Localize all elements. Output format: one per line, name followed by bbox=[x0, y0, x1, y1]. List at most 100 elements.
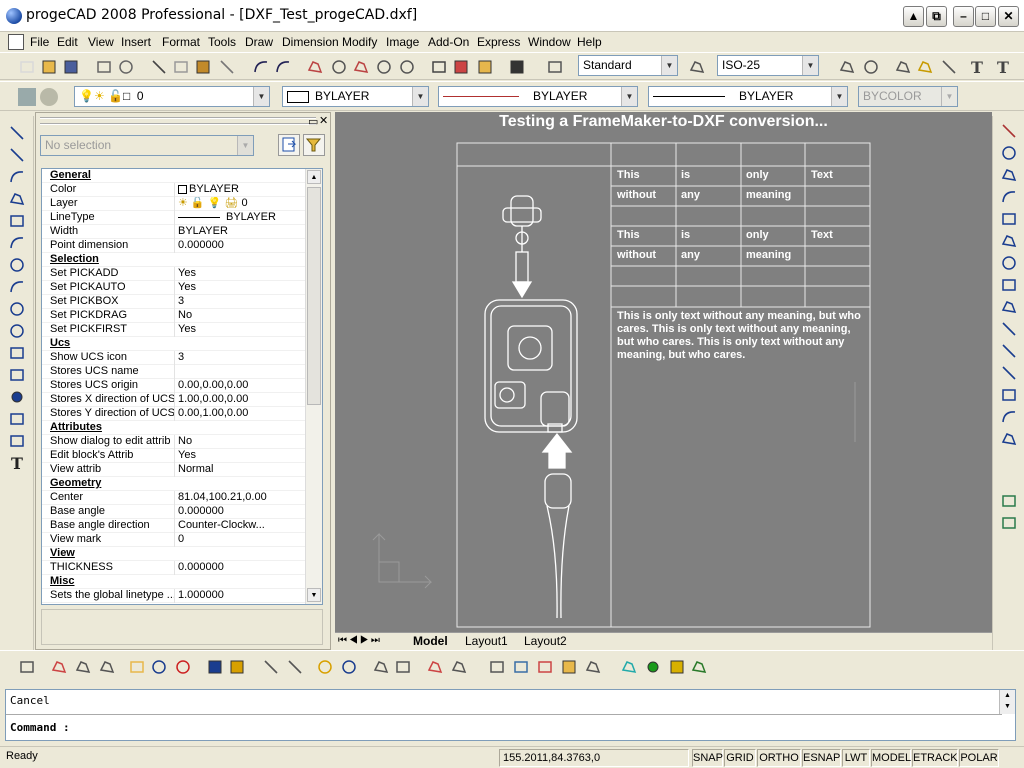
layer-previous-icon[interactable] bbox=[18, 658, 36, 676]
property-row[interactable]: Show dialog to edit attrib No bbox=[42, 435, 308, 449]
properties-icon[interactable] bbox=[430, 58, 448, 76]
menu-dimension[interactable]: Dimension bbox=[282, 35, 339, 49]
all-on-2-icon[interactable] bbox=[316, 658, 334, 676]
property-value[interactable]: ☀ 🔓 💡 🖨 0 bbox=[178, 197, 308, 210]
property-row[interactable]: Show UCS icon 3 bbox=[42, 351, 308, 365]
block-icon[interactable] bbox=[894, 58, 912, 76]
polyline-icon[interactable] bbox=[8, 168, 26, 186]
match-properties-icon[interactable] bbox=[218, 58, 236, 76]
stretch-icon[interactable] bbox=[1000, 298, 1018, 316]
menu-view[interactable]: View bbox=[88, 35, 114, 49]
property-value[interactable]: BYLAYER bbox=[178, 225, 308, 238]
zoom-window-icon[interactable] bbox=[352, 58, 370, 76]
property-row[interactable]: Stores X direction of UCS 1.00,0.00,0.00 bbox=[42, 393, 308, 407]
property-group-header[interactable]: Geometry bbox=[42, 477, 308, 491]
toggle-lwt[interactable]: LWT bbox=[842, 749, 870, 767]
property-row[interactable]: Stores UCS origin 0.00,0.00,0.00 bbox=[42, 379, 308, 393]
property-row[interactable]: THICKNESS 0.000000 bbox=[42, 561, 308, 575]
property-value[interactable]: Yes bbox=[178, 323, 308, 336]
text-icon[interactable]: T bbox=[8, 454, 26, 473]
pan-icon[interactable] bbox=[306, 58, 324, 76]
property-group-header[interactable]: General bbox=[42, 169, 308, 183]
color-icon[interactable] bbox=[620, 658, 638, 676]
design-center-icon[interactable] bbox=[476, 58, 494, 76]
fillet-icon[interactable] bbox=[1000, 408, 1018, 426]
property-value[interactable]: 0.000000 bbox=[178, 505, 308, 518]
ellipse-icon[interactable] bbox=[8, 300, 26, 318]
array-icon[interactable] bbox=[1000, 210, 1018, 228]
mirror-icon[interactable] bbox=[1000, 166, 1018, 184]
menu-draw[interactable]: Draw bbox=[245, 35, 273, 49]
layer-select[interactable]: 💡☀ 🔓□ 0 ▼ bbox=[74, 86, 270, 107]
circle-icon[interactable] bbox=[8, 256, 26, 274]
cut-icon[interactable] bbox=[150, 58, 168, 76]
scale-icon[interactable] bbox=[1000, 276, 1018, 294]
property-value[interactable]: 0.00,0.00,0.00 bbox=[178, 379, 308, 392]
layers-icon[interactable] bbox=[18, 88, 36, 106]
property-row[interactable]: Width BYLAYER bbox=[42, 225, 308, 239]
panel-grip[interactable] bbox=[40, 117, 316, 125]
layer-manager-icon[interactable] bbox=[426, 658, 444, 676]
menu-addon[interactable]: Add-On bbox=[428, 35, 469, 49]
layer-walk-icon[interactable] bbox=[98, 658, 116, 676]
quick-select-icon[interactable] bbox=[278, 134, 300, 156]
property-value[interactable]: Counter-Clockw... bbox=[178, 519, 308, 532]
draw-order-back-icon[interactable] bbox=[1000, 514, 1018, 532]
toggle-ortho[interactable]: ORTHO bbox=[757, 749, 801, 767]
property-value[interactable]: 3 bbox=[178, 351, 308, 364]
block-insert-icon[interactable] bbox=[8, 344, 26, 362]
open-icon[interactable] bbox=[40, 58, 58, 76]
break-icon[interactable] bbox=[1000, 364, 1018, 382]
copy-object-icon[interactable] bbox=[1000, 144, 1018, 162]
property-value[interactable]: 1.000000 bbox=[178, 589, 308, 602]
property-value[interactable]: 81.04,100.21,0.00 bbox=[178, 491, 308, 504]
layer-state-icon[interactable] bbox=[40, 88, 58, 106]
explode-tool-icon[interactable] bbox=[1000, 430, 1018, 448]
property-row[interactable]: Set PICKADD Yes bbox=[42, 267, 308, 281]
property-scrollbar[interactable]: ▲ ▼ bbox=[305, 169, 322, 604]
property-row[interactable]: Set PICKDRAG No bbox=[42, 309, 308, 323]
cloud-icon[interactable] bbox=[8, 322, 26, 340]
property-value[interactable]: 1.00,0.00,0.00 bbox=[178, 393, 308, 406]
help-icon[interactable] bbox=[508, 58, 526, 76]
rotate-icon[interactable] bbox=[1000, 254, 1018, 272]
menu-modify[interactable]: Modify bbox=[342, 35, 377, 49]
property-row[interactable]: Set PICKBOX 3 bbox=[42, 295, 308, 309]
panel-minimize-icon[interactable]: ▭ bbox=[308, 115, 318, 128]
property-row[interactable]: View mark 0 bbox=[42, 533, 308, 547]
zoom-realtime-icon[interactable] bbox=[330, 58, 348, 76]
command-scrollbar[interactable]: ▲ ▼ bbox=[999, 690, 1015, 714]
calculator-icon[interactable] bbox=[546, 58, 564, 76]
lineweight-select[interactable]: BYLAYER ▼ bbox=[648, 86, 848, 107]
property-row[interactable]: View attrib Normal bbox=[42, 463, 308, 477]
render-sphere-icon[interactable] bbox=[644, 658, 662, 676]
offset-icon[interactable] bbox=[1000, 188, 1018, 206]
property-value[interactable]: Normal bbox=[178, 463, 308, 476]
zoom-previous-icon[interactable] bbox=[375, 58, 393, 76]
menu-image[interactable]: Image bbox=[386, 35, 419, 49]
tab-layout2[interactable]: Layout2 bbox=[524, 634, 567, 648]
linetype-select[interactable]: BYLAYER ▼ bbox=[438, 86, 638, 107]
rectangle-icon[interactable] bbox=[8, 212, 26, 230]
restore-drawing-button[interactable]: ⧉ bbox=[926, 6, 947, 27]
hatch-icon[interactable] bbox=[8, 410, 26, 428]
dim-style-select[interactable]: ISO-25 ▼ bbox=[717, 55, 819, 76]
explorer-icon[interactable] bbox=[452, 58, 470, 76]
insert-icon[interactable] bbox=[916, 58, 934, 76]
image-adjust-icon[interactable] bbox=[560, 658, 578, 676]
property-row[interactable]: Sets the global linetype ... 1.000000 bbox=[42, 589, 308, 603]
property-value[interactable]: 3 bbox=[178, 295, 308, 308]
point-icon[interactable] bbox=[8, 388, 26, 406]
paste-icon[interactable] bbox=[194, 58, 212, 76]
arc-icon[interactable] bbox=[8, 234, 26, 252]
property-value[interactable]: 0.000000 bbox=[178, 561, 308, 574]
undo-icon[interactable] bbox=[252, 58, 270, 76]
property-row[interactable]: Set PICKFIRST Yes bbox=[42, 323, 308, 337]
redo-icon[interactable] bbox=[274, 58, 292, 76]
zoom-extents-icon[interactable] bbox=[398, 58, 416, 76]
command-prompt[interactable]: Command : bbox=[10, 721, 70, 734]
property-row[interactable]: Edit block's Attrib Yes bbox=[42, 449, 308, 463]
freeze-layer-icon[interactable] bbox=[174, 658, 192, 676]
chamfer-icon[interactable] bbox=[1000, 386, 1018, 404]
polygon-icon[interactable] bbox=[8, 190, 26, 208]
